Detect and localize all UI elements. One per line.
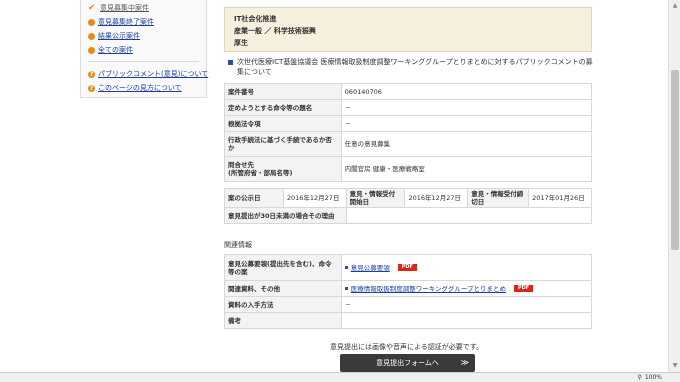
bullet-icon [344, 287, 348, 290]
related-table: 意見公募要領(提出先を含む)、命令等の案 意見公募要領 PDF 関連資料、その他 … [224, 254, 593, 329]
row-value: － [340, 296, 593, 313]
table-row: 定めようとする命令等の題名 － [224, 99, 593, 116]
table-row: 備考 [224, 312, 593, 329]
start-value: 2016年12月27日 [404, 188, 469, 208]
sidebar-item-label: パブリックコメント(意見)について [98, 70, 209, 78]
category-line: IT社会化推進 [234, 15, 277, 23]
sidebar-item-closed-cases[interactable]: 意見募集終了案件 [88, 17, 154, 27]
row-value: 任意の意見募集 [340, 131, 593, 157]
sidebar-item-label: このページの見方について [98, 84, 182, 92]
double-chevron-right-icon: ≫ [460, 358, 469, 367]
row-value: 意見公募要領 PDF [340, 254, 593, 281]
page: ✔ 意見募集中案件 意見募集終了案件 結果公示案件 全ての案件 ? パブリックコ… [0, 0, 668, 372]
table-row: 意見提出が30日未満の場合その理由 [224, 207, 593, 224]
pdf-icon: PDF [513, 285, 534, 292]
row-label: 資料の入手方法 [224, 296, 342, 313]
end-label: 意見・情報受付締切日 [467, 188, 530, 208]
sidebar-item-label: 意見募集中案件 [100, 4, 149, 12]
sidebar-item-result-cases[interactable]: 結果公示案件 [88, 31, 140, 41]
summary-link[interactable]: 医療情報取扱制度調整ワーキンググループとりまとめ [351, 285, 506, 293]
row-label: 行政手続法に基づく手続であるか否か [224, 131, 342, 157]
table-row: 行政手続法に基づく手続であるか否か 任意の意見募集 [224, 131, 593, 157]
submit-form-label: 意見提出フォームへ [376, 359, 439, 367]
sidebar-item-label: 全ての案件 [98, 46, 133, 54]
announce-value: 2016年12月27日 [282, 188, 347, 208]
table-row: 資料の入手方法 － [224, 296, 593, 313]
short-reason-label: 意見提出が30日未満の場合その理由 [224, 207, 347, 224]
table-row: 問合せ先 (所管府省・部局名等) 内閣官房 健康・医療戦略室 [224, 156, 593, 182]
row-label: 案件番号 [224, 83, 342, 100]
magnifier-icon: ⚲ [637, 374, 642, 381]
outline-link[interactable]: 意見公募要領 [351, 264, 390, 272]
square-bullet-icon [228, 60, 233, 65]
orange-dot-icon [88, 18, 95, 26]
case-title: 次世代医療ICT基盤協議会 医療情報取扱制度調整ワーキンググループとりまとめに対… [224, 57, 594, 77]
zoom-level: 100% [644, 374, 662, 381]
scroll-down-icon[interactable]: ▼ [669, 360, 680, 372]
sidebar-item-how-to-read[interactable]: ? このページの見方について [88, 83, 182, 93]
table-row: 案の公示日 2016年12月27日 意見・情報受付開始日 2016年12月27日… [224, 188, 592, 208]
case-info-table: 案件番号 060140706 定めようとする命令等の題名 － 根拠法令項 － 行… [224, 83, 593, 182]
check-icon: ✔ [88, 2, 96, 13]
row-value: 医療情報取扱制度調整ワーキンググループとりまとめ PDF [340, 280, 593, 297]
orange-dot-icon [88, 46, 95, 54]
sidebar-divider [88, 61, 199, 62]
related-heading: 関連情報 [224, 241, 252, 249]
row-label: 根拠法令項 [224, 115, 342, 132]
table-row: 意見公募要領(提出先を含む)、命令等の案 意見公募要領 PDF [224, 254, 593, 281]
row-label: 関連資料、その他 [224, 280, 342, 297]
row-value: 内閣官房 健康・医療戦略室 [340, 156, 593, 182]
short-reason-value [345, 207, 593, 224]
pdf-icon: PDF [397, 264, 417, 271]
bullet-icon [344, 266, 348, 269]
sidebar: ✔ 意見募集中案件 意見募集終了案件 結果公示案件 全ての案件 ? パブリックコ… [80, 0, 208, 98]
zoom-control[interactable]: ⚲ 100% [637, 374, 662, 381]
sidebar-item-about-public-comment[interactable]: ? パブリックコメント(意見)について [88, 69, 208, 79]
start-label: 意見・情報受付開始日 [345, 188, 406, 208]
row-label: 備考 [224, 312, 342, 329]
announce-label: 案の公示日 [224, 188, 284, 208]
row-label: 定めようとする命令等の題名 [224, 99, 342, 116]
sidebar-item-all-cases[interactable]: 全ての案件 [88, 45, 133, 55]
sidebar-item-label: 意見募集終了案件 [98, 18, 154, 26]
row-value: 060140706 [340, 83, 593, 100]
table-row: 関連資料、その他 医療情報取扱制度調整ワーキンググループとりまとめ PDF [224, 280, 593, 297]
question-icon: ? [88, 70, 95, 78]
row-value [340, 312, 593, 329]
sidebar-item-label: 結果公示案件 [98, 32, 140, 40]
category-box: IT社会化推進 産業一般 ／ 科学技術振興 厚生 [224, 7, 592, 52]
submit-form-button[interactable]: 意見提出フォームへ ≫ [340, 354, 475, 372]
vertical-scrollbar[interactable]: ▲ ▼ [668, 0, 680, 372]
row-label: 意見公募要領(提出先を含む)、命令等の案 [224, 254, 342, 281]
sidebar-item-open-cases[interactable]: ✔ 意見募集中案件 [88, 3, 149, 13]
auth-note: 意見提出には画像や音声による認証が必要です。 [330, 343, 484, 351]
category-line: 産業一般 ／ 科学技術振興 [234, 27, 316, 35]
case-title-text: 次世代医療ICT基盤協議会 医療情報取扱制度調整ワーキンググループとりまとめに対… [237, 58, 593, 76]
status-bar: ⚲ 100% [0, 372, 680, 382]
table-row: 根拠法令項 － [224, 115, 593, 132]
question-icon: ? [88, 84, 95, 92]
dates-table: 案の公示日 2016年12月27日 意見・情報受付開始日 2016年12月27日… [224, 188, 593, 224]
end-value: 2017年01月26日 [528, 188, 592, 208]
scroll-thumb[interactable] [671, 70, 679, 250]
row-label: 問合せ先 (所管府省・部局名等) [224, 156, 342, 182]
scroll-up-icon[interactable]: ▲ [669, 0, 680, 12]
table-row: 案件番号 060140706 [224, 83, 593, 100]
category-line: 厚生 [234, 39, 248, 47]
row-value: － [340, 115, 593, 132]
row-value: － [340, 99, 593, 116]
orange-dot-icon [88, 32, 95, 40]
